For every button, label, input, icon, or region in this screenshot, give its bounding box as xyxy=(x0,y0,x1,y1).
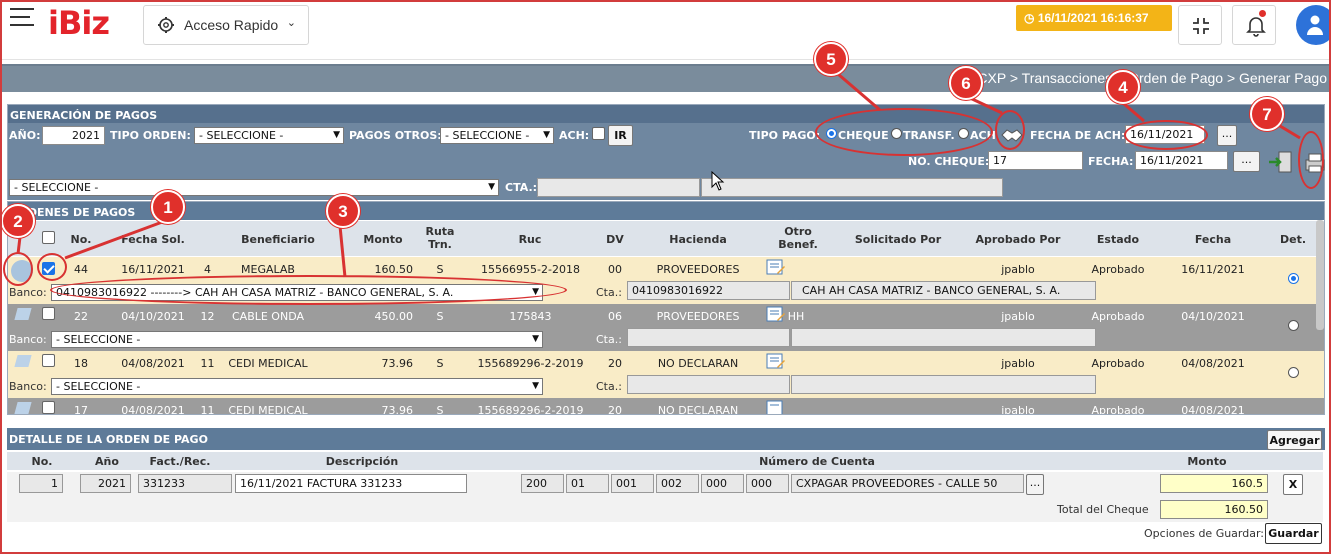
annotation-number: 6 xyxy=(949,66,983,100)
annotation-number: 1 xyxy=(151,190,185,224)
annotation-number: 3 xyxy=(326,194,360,228)
annotation-number: 2 xyxy=(1,204,35,238)
annotation-number: 4 xyxy=(1106,70,1140,104)
annotation-number: 5 xyxy=(814,42,848,76)
annotation-number: 7 xyxy=(1250,97,1284,131)
